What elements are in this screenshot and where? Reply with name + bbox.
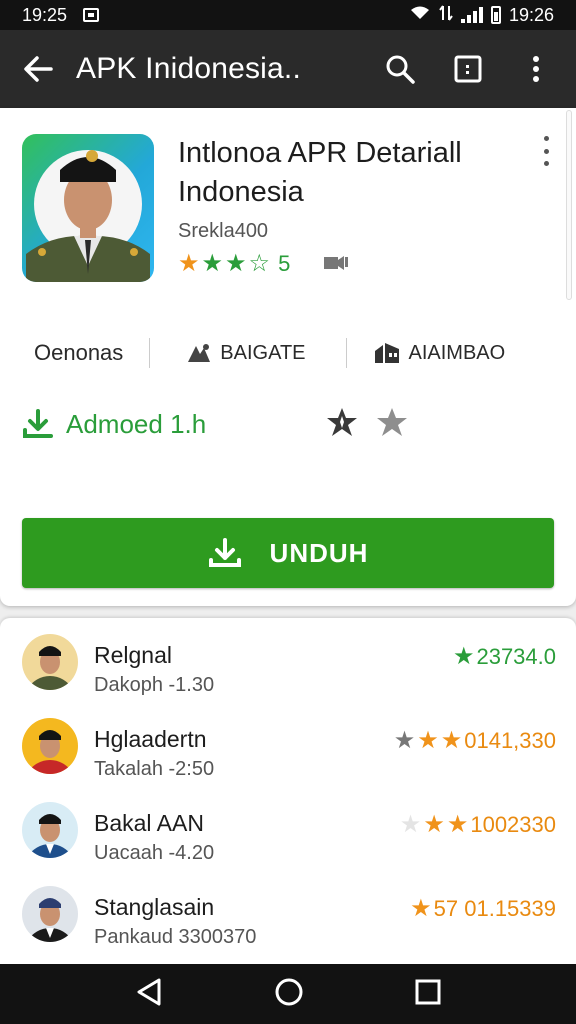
app-bar-title: APK Inidonesia.. xyxy=(76,52,302,85)
meta-label: Oenonas xyxy=(34,340,124,365)
star-outline-icon xyxy=(327,407,357,436)
star-icon: ★ xyxy=(446,811,469,838)
scroll-indicator[interactable] xyxy=(566,110,572,300)
star-icon: ★ xyxy=(423,811,445,838)
meta-item-publisher[interactable]: AIAIMBAO xyxy=(373,341,506,365)
nav-back-button[interactable] xyxy=(135,977,163,1012)
download-icon xyxy=(208,538,241,567)
meta-item-badge[interactable]: BAIGATE xyxy=(186,341,306,365)
search-button[interactable] xyxy=(380,49,420,89)
list-item-rating: ★ 23734.0 xyxy=(453,644,556,670)
star-icon: ★ xyxy=(410,895,432,922)
star-icon: ★ xyxy=(440,727,463,754)
avatar xyxy=(22,634,78,690)
list-item-sub: Dakoph -1.30 xyxy=(94,674,215,696)
app-title-line1: Intlonoa APR Detariall xyxy=(178,137,462,169)
list-item-value: 57 01.15339 xyxy=(433,896,556,921)
app-icon-image xyxy=(22,134,154,282)
back-button[interactable] xyxy=(0,30,76,108)
download-button[interactable]: UNDUH xyxy=(22,518,554,588)
search-icon xyxy=(386,55,415,84)
badge-icon xyxy=(188,344,211,362)
avatar xyxy=(22,886,78,942)
data-icon xyxy=(439,4,453,27)
list-item[interactable]: Stanglasain Pankaud 3300370 ★ 57 01.1533… xyxy=(0,872,576,948)
star-icon: ★ xyxy=(393,727,416,754)
nav-home-button[interactable] xyxy=(274,977,304,1012)
meta-item-category[interactable]: Oenonas xyxy=(34,340,123,366)
back-nav-icon xyxy=(137,978,161,1005)
list-item-value: 23734.0 xyxy=(476,644,556,669)
star-icon: ★ xyxy=(417,727,439,754)
related-apps-list: Relgnal Dakoph -1.30 ★ 23734.0 Hglaadert… xyxy=(0,618,576,964)
download-label: UNDUH xyxy=(269,537,369,568)
status-time-right: 19:26 xyxy=(508,4,554,25)
wishlist-star-button[interactable] xyxy=(326,406,358,443)
battery-icon xyxy=(490,6,501,24)
notification-icon xyxy=(83,8,100,22)
rating-count: 5 xyxy=(278,251,291,277)
installed-label: Admoed 1.h xyxy=(66,408,207,439)
status-time-left: 19:25 xyxy=(22,4,68,25)
app-title-line2: Indonesia xyxy=(178,176,304,209)
star-icon: ☆ xyxy=(248,250,271,278)
app-bar: APK Inidonesia.. xyxy=(0,30,576,108)
tablet-icon xyxy=(454,55,482,83)
list-item-name: Relgnal xyxy=(94,642,172,668)
avatar xyxy=(22,802,78,858)
nav-recents-button[interactable] xyxy=(415,979,441,1010)
app-rating: ★ ★ ★ ☆ 5 xyxy=(178,251,518,277)
overflow-menu-button[interactable] xyxy=(516,49,556,89)
star-icon: ★ xyxy=(178,250,200,278)
tablet-button[interactable] xyxy=(448,49,488,89)
installed-row: Admoed 1.h xyxy=(22,404,542,444)
avatar xyxy=(22,718,78,774)
wifi-icon xyxy=(409,5,431,26)
list-item-name: Hglaadertn xyxy=(94,726,207,752)
rate-star-button[interactable] xyxy=(376,406,408,443)
system-nav-bar xyxy=(0,964,576,1024)
app-info: Intlonoa APR Detariall Indonesia Srekla4… xyxy=(178,134,518,277)
back-arrow-icon xyxy=(24,56,53,82)
list-item-value: 0141,330 xyxy=(464,728,556,753)
app-title: Intlonoa APR Detariall Indonesia xyxy=(178,134,518,212)
list-item-name: Stanglasain xyxy=(94,894,215,920)
building-icon xyxy=(374,343,399,363)
star-icon: ★ xyxy=(452,643,475,670)
status-bar: 19:25 19:26 xyxy=(0,0,576,30)
overflow-dot-icon xyxy=(543,148,549,154)
card-overflow-button[interactable] xyxy=(534,136,558,166)
star-icon: ★ xyxy=(225,250,247,278)
list-item-sub: Pankaud 3300370 xyxy=(94,926,257,948)
content-rating-icon xyxy=(322,251,350,277)
list-item-sub: Takalah -2:50 xyxy=(94,758,215,780)
meta-label: AIAIMBAO xyxy=(408,341,506,364)
star-icon: ★ xyxy=(201,250,224,278)
list-item-sub: Uacaah -4.20 xyxy=(94,842,215,864)
list-item[interactable]: Relgnal Dakoph -1.30 ★ 23734.0 xyxy=(0,620,576,696)
app-developer: Srekla400 xyxy=(178,220,269,243)
home-nav-icon xyxy=(275,978,303,1005)
download-icon xyxy=(23,409,53,438)
signal-icon xyxy=(460,7,483,23)
list-item[interactable]: Hglaadertn Takalah -2:50 ★ ★ ★ 0141,330 xyxy=(0,704,576,780)
recents-nav-icon xyxy=(415,979,441,1004)
list-item-name: Bakal AAN xyxy=(94,810,204,836)
star-icon: ★ xyxy=(399,811,422,838)
app-detail-card: Intlonoa APR Detariall Indonesia Srekla4… xyxy=(0,108,576,606)
meta-divider xyxy=(149,338,151,368)
meta-label: BAIGATE xyxy=(220,341,306,364)
star-icon xyxy=(377,407,407,436)
list-item-value: 1002330 xyxy=(470,812,556,837)
meta-row: Oenonas BAIGATE AIAIMBAO xyxy=(0,332,576,374)
meta-divider xyxy=(345,338,347,368)
list-item-rating: ★ 57 01.15339 xyxy=(410,896,556,922)
list-item[interactable]: Bakal AAN Uacaah -4.20 ★ ★ ★ 1002330 xyxy=(0,788,576,864)
overflow-icon xyxy=(533,56,539,82)
overflow-dot-icon xyxy=(543,161,549,166)
list-item-rating: ★ ★ ★ 1002330 xyxy=(400,812,556,838)
list-item-rating: ★ ★ ★ 0141,330 xyxy=(394,728,556,754)
overflow-dot-icon xyxy=(543,136,549,141)
